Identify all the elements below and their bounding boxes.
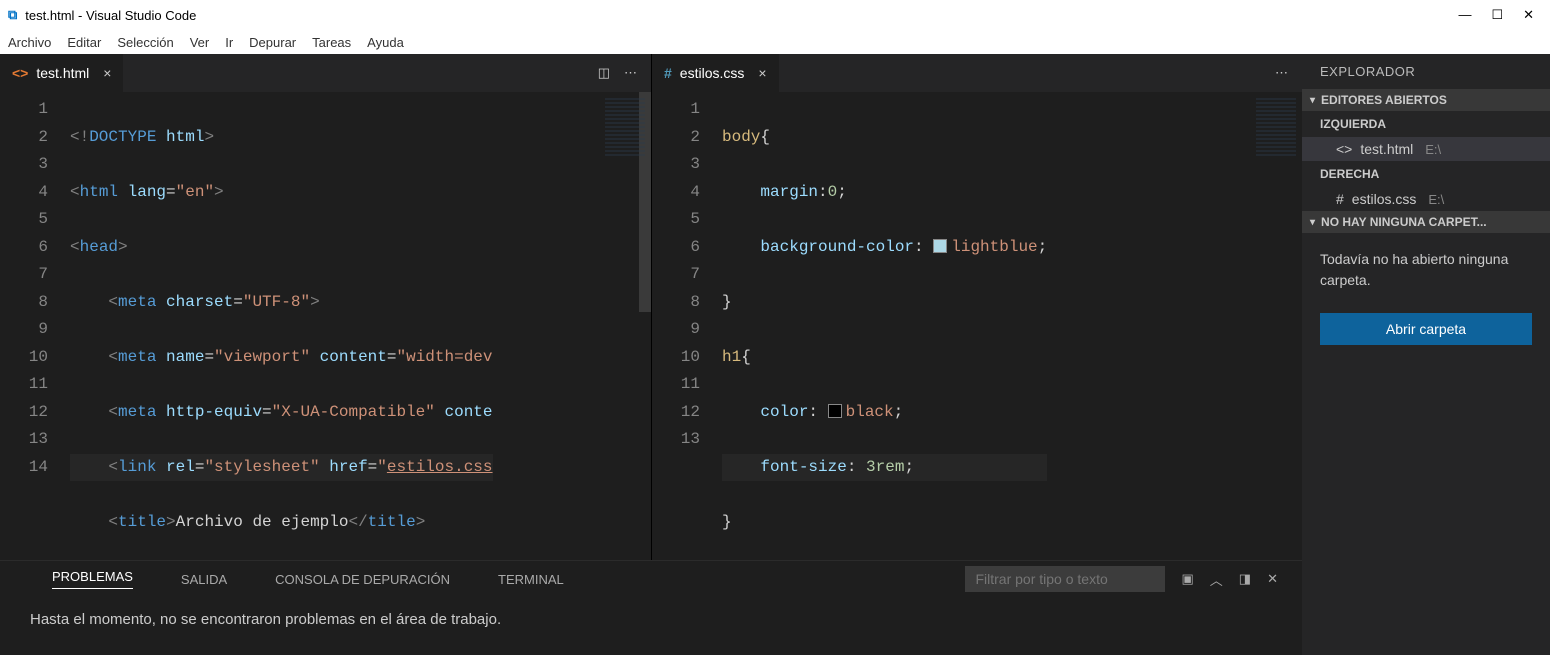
open-folder-button[interactable]: Abrir carpeta	[1320, 313, 1532, 345]
close-window-button[interactable]: ✕	[1523, 7, 1534, 23]
menu-seleccion[interactable]: Selección	[117, 35, 173, 50]
line-gutter: 12345678910111213	[652, 92, 722, 560]
collapse-all-icon[interactable]: ▣	[1181, 571, 1193, 587]
close-panel-icon[interactable]: ✕	[1267, 571, 1278, 587]
html-icon: <>	[12, 65, 28, 81]
minimap[interactable]	[605, 98, 645, 158]
group-label-izquierda: IZQUIERDA	[1302, 111, 1550, 137]
tab-test-html[interactable]: <> test.html ×	[0, 54, 123, 92]
panel-tab-salida[interactable]: SALIDA	[181, 572, 227, 587]
section-no-folder[interactable]: ▾ NO HAY NINGUNA CARPET...	[1302, 211, 1550, 233]
split-editor-icon[interactable]: ◫	[598, 65, 610, 81]
group-label-derecha: DERECHA	[1302, 161, 1550, 187]
vscode-icon: ⧉	[8, 7, 17, 23]
css-icon: #	[1336, 191, 1344, 207]
editor-right[interactable]: 12345678910111213 body{ margin:0; backgr…	[652, 92, 1302, 560]
section-open-editors[interactable]: ▾ EDITORES ABIERTOS	[1302, 89, 1550, 111]
no-folder-message: Todavía no ha abierto ninguna carpeta.	[1302, 233, 1550, 307]
menu-ver[interactable]: Ver	[190, 35, 210, 50]
menu-ayuda[interactable]: Ayuda	[367, 35, 404, 50]
editor-group-right: # estilos.css × ⋯ 12345678910111213 body…	[651, 54, 1302, 560]
menu-archivo[interactable]: Archivo	[8, 35, 51, 50]
panel-tab-consola[interactable]: CONSOLA DE DEPURACIÓN	[275, 572, 450, 587]
menu-tareas[interactable]: Tareas	[312, 35, 351, 50]
menu-editar[interactable]: Editar	[67, 35, 101, 50]
chevron-down-icon: ▾	[1310, 217, 1315, 228]
tab-label: estilos.css	[680, 65, 745, 81]
chevron-down-icon: ▾	[1310, 95, 1315, 106]
window-title: test.html - Visual Studio Code	[25, 8, 196, 23]
close-icon[interactable]: ×	[103, 65, 111, 81]
menu-ir[interactable]: Ir	[225, 35, 233, 50]
open-editor-estilos-css[interactable]: # estilos.css E:\	[1302, 187, 1550, 211]
close-icon[interactable]: ×	[758, 65, 766, 81]
color-swatch-black	[828, 404, 842, 418]
panel-tab-problemas[interactable]: PROBLEMAS	[52, 569, 133, 589]
problems-message: Hasta el momento, no se encontraron prob…	[0, 597, 1302, 642]
toggle-layout-icon[interactable]: ◨	[1239, 571, 1251, 587]
chevron-up-icon[interactable]: ︿	[1210, 570, 1223, 589]
html-icon: <>	[1336, 141, 1352, 157]
tab-label: test.html	[36, 65, 89, 81]
color-swatch-lightblue	[933, 239, 947, 253]
more-actions-icon[interactable]: ⋯	[1275, 65, 1288, 81]
minimize-button[interactable]: ―	[1458, 7, 1471, 23]
editor-left[interactable]: 1234567891011121314 <!DOCTYPE html> <htm…	[0, 92, 651, 560]
tab-estilos-css[interactable]: # estilos.css ×	[652, 54, 779, 92]
problems-filter-input[interactable]	[965, 566, 1165, 592]
menu-depurar[interactable]: Depurar	[249, 35, 296, 50]
panel-tab-terminal[interactable]: TERMINAL	[498, 572, 564, 587]
more-actions-icon[interactable]: ⋯	[624, 65, 637, 81]
explorer-sidebar: EXPLORADOR ▾ EDITORES ABIERTOS IZQUIERDA…	[1302, 54, 1550, 655]
menu-bar: Archivo Editar Selección Ver Ir Depurar …	[0, 30, 1550, 54]
maximize-button[interactable]: ☐	[1491, 7, 1503, 23]
css-icon: #	[664, 65, 672, 81]
line-gutter: 1234567891011121314	[0, 92, 70, 560]
editor-group-left: <> test.html × ◫ ⋯ 1234567891011121314	[0, 54, 651, 560]
title-bar: ⧉ test.html - Visual Studio Code ― ☐ ✕	[0, 0, 1550, 30]
bottom-panel: PROBLEMAS SALIDA CONSOLA DE DEPURACIÓN T…	[0, 560, 1302, 655]
open-editor-test-html[interactable]: <> test.html E:\	[1302, 137, 1550, 161]
minimap[interactable]	[1256, 98, 1296, 158]
sidebar-title: EXPLORADOR	[1302, 54, 1550, 89]
